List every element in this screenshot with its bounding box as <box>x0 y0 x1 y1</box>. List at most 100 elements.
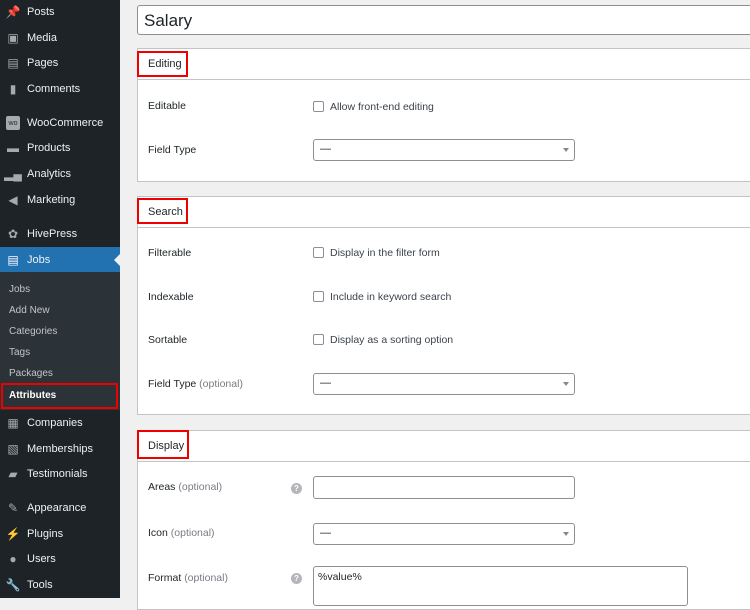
panel-heading: Display <box>138 431 750 462</box>
format-label: Format (optional) <box>148 572 228 584</box>
submenu-tags[interactable]: Tags <box>9 347 30 358</box>
menu-label: Jobs <box>27 253 51 266</box>
menu-label: Media <box>27 32 57 44</box>
menu-hivepress[interactable]: ✿ HivePress <box>0 222 120 246</box>
search-panel: Search Filterable Display in the filter … <box>137 196 750 415</box>
highlight-box <box>1 383 118 409</box>
document-icon: ▤ <box>7 252 19 267</box>
filterable-checkbox-label: Display in the filter form <box>330 247 440 259</box>
menu-media[interactable]: ▣ Media <box>0 26 120 50</box>
comment-icon: ▮ <box>9 82 17 96</box>
chevron-down-icon <box>563 532 569 536</box>
menu-label: Pages <box>27 57 59 69</box>
menu-woocommerce[interactable]: wo WooCommerce <box>0 111 120 135</box>
menu-label: Companies <box>27 417 83 429</box>
menu-label: Memberships <box>27 443 94 455</box>
menu-pages[interactable]: ▤ Pages <box>0 51 120 75</box>
editable-checkbox-label: Allow front-end editing <box>330 101 434 113</box>
menu-label: Comments <box>27 83 81 95</box>
archive-icon: ▬ <box>7 141 19 155</box>
select-value: — <box>320 527 331 539</box>
field-type-label: Field Type (optional) <box>148 378 243 390</box>
editing-panel: Editing Editable Allow front-end editing… <box>137 48 750 182</box>
menu-posts[interactable]: 📌 Posts <box>0 0 120 24</box>
menu-appearance[interactable]: ✎ Appearance <box>0 496 120 520</box>
submenu-packages[interactable]: Packages <box>9 368 53 379</box>
select-value: — <box>320 143 331 155</box>
woocommerce-icon: wo <box>6 116 20 130</box>
field-type-label: Field Type <box>148 144 197 156</box>
highlight-box <box>137 198 188 224</box>
submenu-add-new[interactable]: Add New <box>9 305 50 316</box>
media-icon: ▣ <box>7 31 19 45</box>
format-textarea[interactable]: %value% <box>313 566 688 606</box>
menu-companies[interactable]: ▦ Companies <box>0 411 120 435</box>
display-panel: Display Areas (optional) ? Icon (optiona… <box>137 430 750 610</box>
filterable-label: Filterable <box>148 247 192 259</box>
help-icon[interactable]: ? <box>291 483 302 494</box>
menu-label: Testimonials <box>27 468 88 480</box>
menu-label: Users <box>27 553 56 565</box>
menu-label: Products <box>27 142 71 154</box>
sortable-checkbox-label: Display as a sorting option <box>330 334 454 346</box>
sortable-checkbox[interactable] <box>313 334 324 345</box>
menu-products[interactable]: ▬ Products <box>0 136 120 160</box>
indexable-checkbox-label: Include in keyword search <box>330 291 452 303</box>
highlight-box <box>137 51 188 77</box>
label-text: Areas <box>148 481 176 493</box>
plug-icon: ⚡ <box>5 527 21 541</box>
help-icon[interactable]: ? <box>291 573 302 584</box>
areas-label: Areas (optional) <box>148 481 222 493</box>
menu-label: Appearance <box>27 502 87 514</box>
field-type-select[interactable]: — <box>313 139 575 161</box>
menu-jobs[interactable]: ▤ Jobs <box>0 247 120 272</box>
id-card-icon: ▧ <box>7 442 19 456</box>
menu-tools[interactable]: 🔧 Tools <box>0 573 120 597</box>
highlight-box <box>137 430 189 459</box>
menu-label: Tools <box>27 579 53 591</box>
field-type-select[interactable]: — <box>313 373 575 395</box>
label-text: Format <box>148 572 182 584</box>
areas-input[interactable] <box>313 476 575 499</box>
menu-memberships[interactable]: ▧ Memberships <box>0 437 120 461</box>
pages-icon: ▤ <box>7 56 19 70</box>
pin-icon: 📌 <box>5 5 21 19</box>
editable-label: Editable <box>148 100 186 112</box>
filterable-checkbox[interactable] <box>313 247 324 258</box>
active-arrow <box>114 254 120 266</box>
brush-icon: ✎ <box>7 501 19 515</box>
optional-text: (optional) <box>184 572 228 584</box>
menu-label: Analytics <box>27 168 72 180</box>
chevron-down-icon <box>563 148 569 152</box>
menu-marketing[interactable]: ◀ Marketing <box>0 188 120 212</box>
optional-text: (optional) <box>178 481 223 493</box>
editable-checkbox[interactable] <box>313 101 324 112</box>
menu-plugins[interactable]: ⚡ Plugins <box>0 522 120 546</box>
menu-label: HivePress <box>27 228 78 240</box>
menu-label: WooCommerce <box>27 117 104 129</box>
select-value: — <box>320 377 331 389</box>
submenu-jobs[interactable]: Jobs <box>9 284 30 295</box>
panel-heading: Editing <box>138 49 750 80</box>
label-text: Field Type <box>148 378 197 390</box>
bar-chart-icon: ▂▄ <box>4 167 22 181</box>
icon-label: Icon (optional) <box>148 527 215 539</box>
panel-heading: Search <box>138 197 750 228</box>
submenu-categories[interactable]: Categories <box>9 326 57 337</box>
optional-text: (optional) <box>199 378 243 390</box>
hivepress-icon: ✿ <box>7 227 19 241</box>
menu-comments[interactable]: ▮ Comments <box>0 77 120 101</box>
icon-select[interactable]: — <box>313 523 575 545</box>
user-icon: ● <box>9 552 17 566</box>
quote-icon: ▰ <box>8 467 18 481</box>
label-text: Icon <box>148 527 168 539</box>
menu-users[interactable]: ● Users <box>0 547 120 571</box>
title-input[interactable]: Salary <box>137 5 750 35</box>
menu-label: Marketing <box>27 194 76 206</box>
optional-text: (optional) <box>170 527 215 539</box>
menu-testimonials[interactable]: ▰ Testimonials <box>0 462 120 486</box>
indexable-checkbox[interactable] <box>313 291 324 302</box>
menu-analytics[interactable]: ▂▄ Analytics <box>0 162 120 186</box>
menu-label: Posts <box>27 6 55 18</box>
sortable-label: Sortable <box>148 334 188 346</box>
